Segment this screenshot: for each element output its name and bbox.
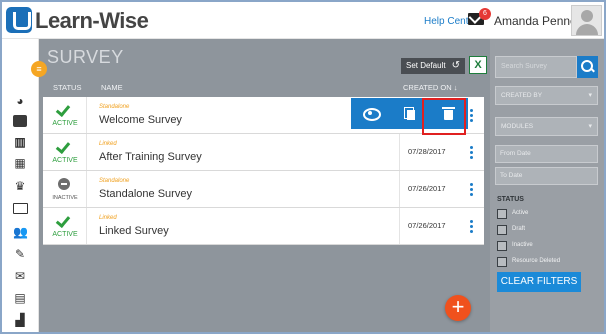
set-default-label: Set Default (406, 61, 446, 70)
chevron-down-icon: ▾ (588, 92, 592, 99)
assign-icon[interactable]: ✎ (13, 248, 27, 260)
reports-icon[interactable]: ▟ (13, 314, 27, 326)
survey-type: Standalone (99, 104, 130, 110)
date-cell: 07/28/2017 (399, 134, 463, 170)
survey-table: ACTIVE Standalone Welcome Survey ACTIVE … (43, 97, 484, 245)
modules-label: MODULES (501, 123, 534, 130)
undo-icon[interactable]: ↺ (452, 58, 460, 74)
certificate-icon[interactable]: ▤ (13, 292, 27, 304)
created-by-select[interactable]: CREATED BY ▾ (495, 86, 598, 105)
filter-panel: Search Survey CREATED BY ▾ MODULES ▾ Fro… (490, 39, 604, 332)
inactive-checkbox[interactable] (497, 241, 507, 251)
courses-icon[interactable]: ▥ (13, 136, 27, 148)
created-date: 07/26/2017 (408, 184, 446, 193)
survey-name[interactable]: After Training Survey (99, 151, 202, 163)
more-options-icon[interactable] (470, 220, 474, 234)
page-title: SURVEY (47, 47, 124, 67)
status-label: ACTIVE (52, 231, 78, 238)
date-cell: 07/26/2017 (399, 171, 463, 207)
table-row[interactable]: ACTIVE Linked After Training Survey 07/2… (43, 134, 484, 171)
library-icon[interactable] (13, 115, 27, 127)
date-cell: 07/26/2017 (399, 208, 463, 244)
set-default-button[interactable]: Set Default ↺ (401, 58, 465, 74)
user-name[interactable]: Amanda Pennell (494, 14, 582, 28)
active-check-icon (55, 138, 71, 155)
status-label: ACTIVE (52, 157, 78, 164)
more-options-icon[interactable] (470, 109, 474, 123)
status-cell: ACTIVE (43, 97, 87, 133)
inactive-checkbox-label: Inactive (512, 242, 533, 248)
status-cell: ACTIVE (43, 134, 87, 170)
avatar-head (581, 10, 593, 22)
survey-name[interactable]: Linked Survey (99, 225, 169, 237)
more-options-icon[interactable] (470, 146, 474, 160)
status-cell: INACTIVE (43, 171, 87, 207)
column-header-name[interactable]: NAME (101, 83, 123, 92)
table-row[interactable]: ACTIVE Standalone Welcome Survey (43, 97, 484, 134)
status-label: INACTIVE (52, 195, 78, 201)
top-header: Learn-Wise Help Center 6 Amanda Pennell (2, 2, 604, 39)
modules-select[interactable]: MODULES ▾ (495, 117, 598, 136)
from-date-field[interactable]: From Date (495, 145, 598, 163)
sidebar-rail: ◕ ▥ ▦ ♛ 👥 ✎ ✉ ▤ ▟ (2, 39, 39, 332)
main-panel: SURVEY ≡ Set Default ↺ X STATUS NAME CRE… (31, 39, 490, 332)
survey-name[interactable]: Standalone Survey (99, 188, 192, 200)
draft-checkbox[interactable] (497, 225, 507, 235)
chevron-down-icon: ▾ (588, 123, 592, 130)
column-header-created-on[interactable]: CREATED ON ↓ (403, 83, 457, 92)
view-eye-icon[interactable] (351, 98, 390, 129)
status-cell: ACTIVE (43, 208, 87, 244)
active-check-icon (55, 212, 71, 229)
avatar[interactable] (571, 5, 602, 36)
app-name[interactable]: Learn-Wise (35, 8, 149, 34)
more-options-icon[interactable] (470, 183, 474, 197)
survey-type: Linked (99, 141, 117, 147)
survey-type: Linked (99, 215, 117, 221)
survey-type: Standalone (99, 178, 130, 184)
status-filter-heading: STATUS (497, 196, 524, 203)
active-checkbox-label: Active (512, 210, 529, 216)
presentation-icon[interactable] (13, 203, 28, 214)
trophy-icon[interactable]: ♛ (13, 180, 27, 192)
calendar-icon[interactable]: ▦ (13, 157, 27, 169)
users-icon[interactable]: 👥 (13, 226, 28, 238)
menu-toggle-icon[interactable]: ≡ (31, 61, 47, 77)
survey-name[interactable]: Welcome Survey (99, 114, 182, 126)
dashboard-icon[interactable]: ◕ (13, 95, 27, 107)
search-icon[interactable] (577, 56, 598, 78)
mail-count-badge: 6 (479, 8, 491, 20)
clear-filters-button[interactable]: CLEAR FILTERS (497, 272, 581, 292)
learnwise-logo-icon[interactable] (6, 7, 32, 33)
app-window: Learn-Wise Help Center 6 Amanda Pennell … (0, 0, 606, 334)
search-input[interactable]: Search Survey (495, 56, 577, 78)
excel-export-icon[interactable]: X (469, 56, 487, 74)
inactive-minus-icon (58, 178, 70, 190)
add-survey-button[interactable]: + (445, 295, 471, 321)
created-date: 07/26/2017 (408, 221, 446, 230)
to-date-field[interactable]: To Date (495, 167, 598, 185)
resource-deleted-checkbox[interactable] (497, 257, 507, 267)
active-checkbox[interactable] (497, 209, 507, 219)
resource-deleted-checkbox-label: Resource Deleted (512, 258, 561, 264)
active-check-icon (55, 101, 71, 118)
mail-icon[interactable]: ✉ (13, 270, 27, 282)
table-row[interactable]: INACTIVE Standalone Standalone Survey 07… (43, 171, 484, 208)
avatar-body (576, 24, 598, 35)
delete-highlight-box (422, 98, 466, 135)
column-header-status: STATUS (53, 83, 82, 92)
created-date: 07/28/2017 (408, 147, 446, 156)
status-label: ACTIVE (52, 120, 78, 127)
draft-checkbox-label: Draft (512, 226, 526, 232)
table-row[interactable]: ACTIVE Linked Linked Survey 07/26/2017 (43, 208, 484, 245)
created-by-label: CREATED BY (501, 92, 543, 99)
